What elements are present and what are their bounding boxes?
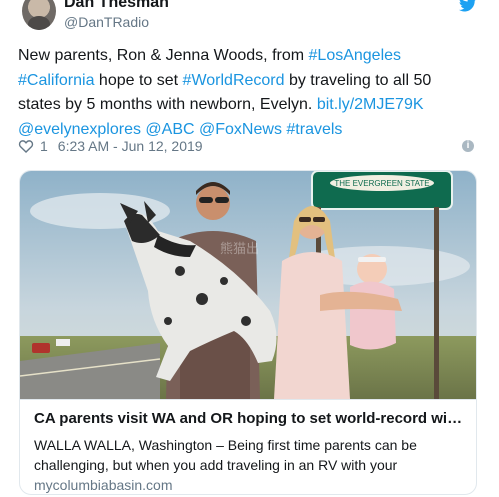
tweet-text: New parents, Ron & Jenna Woods, from #Lo… — [18, 44, 488, 142]
tweet-line: #California hope to set #WorldRecord by … — [18, 69, 488, 94]
hashtag-link-losangeles[interactable]: #LosAngeles — [309, 47, 402, 64]
sign-text: THE EVERGREEN STATE — [334, 179, 429, 188]
card-title[interactable]: CA parents visit WA and OR hoping to set… — [34, 410, 464, 427]
tweet-text-segment: hope to set — [94, 71, 183, 89]
mention-link-abc[interactable]: @ABC — [145, 121, 194, 138]
tweet-header: Dan Thesman @DanTRadio — [0, 0, 499, 36]
hashtag-link-california[interactable]: #California — [18, 72, 94, 89]
tweet-timestamp[interactable]: 6:23 AM - Jun 12, 2019 — [58, 138, 203, 154]
tweet-text-segment: New parents, Ron & Jenna Woods, from — [18, 47, 309, 64]
avatar[interactable] — [22, 0, 56, 30]
card-description: WALLA WALLA, Washington – Being first ti… — [34, 435, 464, 475]
hashtag-link-worldrecord[interactable]: #WorldRecord — [183, 72, 285, 89]
tweet-meta: 1 6:23 AM - Jun 12, 2019 — [18, 137, 203, 155]
like-count[interactable]: 1 — [40, 138, 48, 154]
watermark: 熊猫出 — [220, 241, 259, 256]
heart-icon[interactable] — [18, 139, 34, 153]
tweet-line: states by 5 months with newborn, Evelyn.… — [18, 93, 488, 118]
card-description-line: challenging, but when you add traveling … — [34, 457, 398, 473]
mention-link-evelynexplores[interactable]: @evelynexplores — [18, 121, 141, 138]
tweet-text-segment: states by 5 months with newborn, Evelyn. — [18, 96, 317, 113]
author-handle[interactable]: @DanTRadio — [64, 14, 149, 30]
card-body: CA parents visit WA and OR hoping to set… — [20, 399, 476, 494]
link-preview-card[interactable]: THE EVERGREEN STATE 熊猫出 CA parents visit… — [19, 170, 477, 495]
author-display-name[interactable]: Dan Thesman — [64, 0, 169, 12]
hashtag-link-travels[interactable]: #travels — [286, 121, 342, 138]
twitter-bird-icon[interactable] — [459, 0, 477, 12]
card-domain[interactable]: mycolumbiabasin.com — [34, 477, 173, 493]
card-description-line: WALLA WALLA, Washington – Being first ti… — [34, 437, 417, 453]
info-icon[interactable]: i — [462, 140, 474, 152]
card-image[interactable]: THE EVERGREEN STATE 熊猫出 — [20, 171, 477, 399]
tweet-line: New parents, Ron & Jenna Woods, from #Lo… — [18, 44, 488, 69]
mention-link-foxnews[interactable]: @FoxNews — [199, 121, 282, 138]
tweet-text-segment: by traveling to all 50 — [284, 71, 432, 89]
short-url-link[interactable]: bit.ly/2MJE79K — [317, 96, 424, 113]
